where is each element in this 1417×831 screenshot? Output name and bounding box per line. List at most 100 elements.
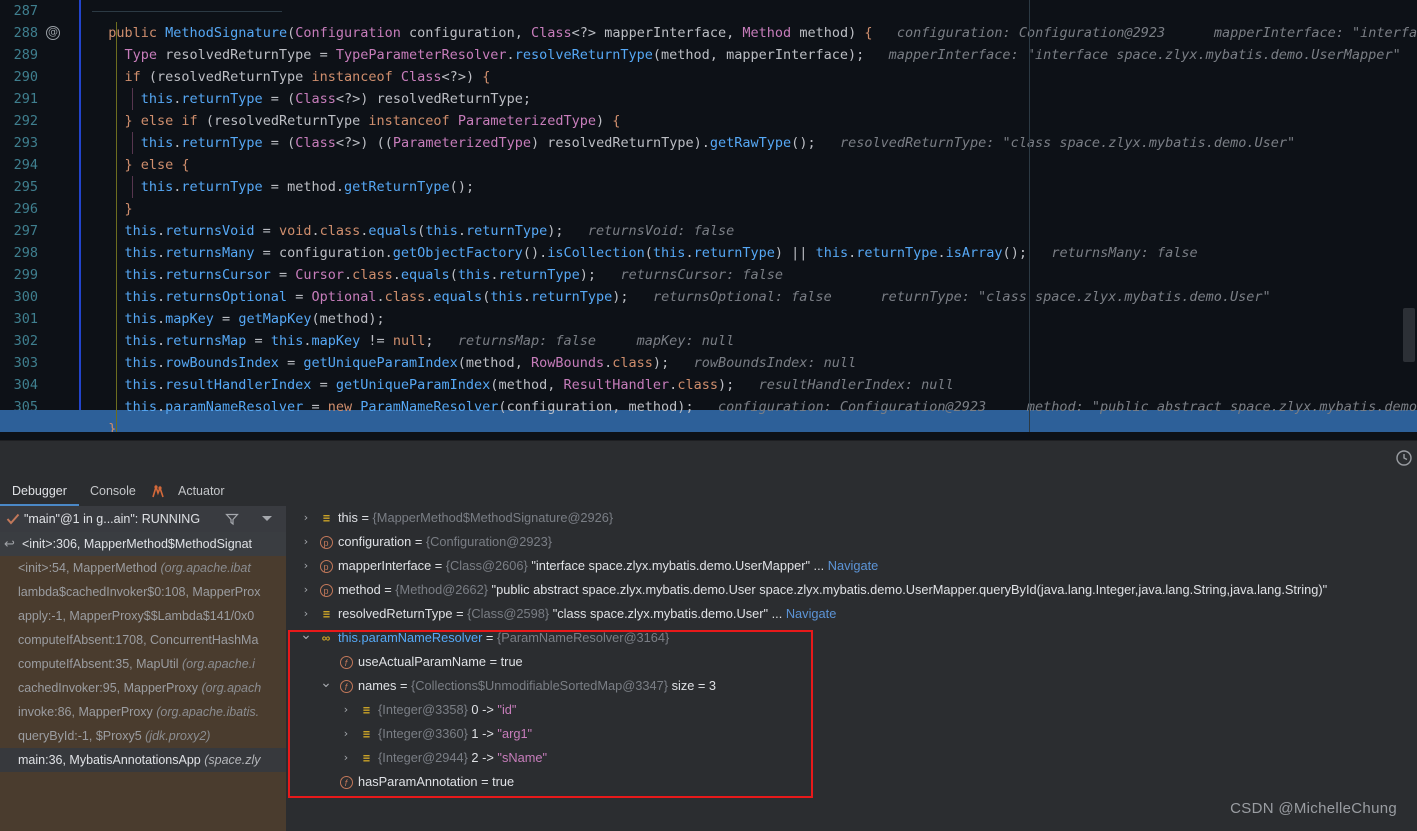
variable-row[interactable]: › p mapperInterface = {Class@2606} "interf… (286, 554, 1417, 578)
chevron-right-icon[interactable]: › (300, 530, 312, 554)
variable-value: true (492, 774, 515, 789)
code-line[interactable]: } else { (124, 154, 189, 176)
stack-frame-item[interactable]: <init>:54, MapperMethod (org.apache.ibat (0, 556, 286, 580)
variable-row[interactable]: › ≡ this = {MapperMethod$MethodSignature@2… (286, 506, 1417, 530)
stack-frame-item[interactable]: computeIfAbsent:1708, ConcurrentHashMa (0, 628, 286, 652)
variables-panel[interactable]: › ≡ this = {MapperMethod$MethodSignature@2… (286, 506, 1417, 831)
variable-row[interactable]: › ≡ {Integer@2944} 2 -> "sName" (286, 746, 1417, 770)
stack-frame-item[interactable]: computeIfAbsent:35, MapUtil (org.apache.… (0, 652, 286, 676)
code-line[interactable]: this.rowBoundsIndex = getUniqueParamInde… (124, 352, 856, 374)
object-value-icon: ≡ (362, 751, 370, 765)
chevron-right-icon[interactable]: › (300, 506, 312, 530)
variable-row[interactable]: ⌄ ∞ this.paramNameResolver = {ParamNameRes… (286, 626, 1417, 650)
variable-text: hasParamAnnotation = true (358, 770, 514, 794)
chevron-down-icon[interactable] (262, 516, 272, 521)
chevron-right-icon[interactable]: › (340, 698, 352, 722)
code-line[interactable]: this.returnsMany = configuration.getObje… (124, 242, 1197, 264)
code-line[interactable]: Type resolvedReturnType = TypeParameterR… (124, 44, 1417, 66)
code-line[interactable]: this.returnType = (Class<?>) ((Parameter… (141, 132, 1295, 154)
code-line[interactable]: this.resultHandlerIndex = getUniqueParam… (124, 374, 953, 396)
object-value-icon: ≡ (362, 727, 370, 741)
debug-tabbar[interactable]: Debugger Console Actuator (0, 477, 1417, 506)
stack-frame-item[interactable]: queryById:-1, $Proxy5 (jdk.proxy2) (0, 724, 286, 748)
code-line[interactable]: this.returnsCursor = Cursor.class.equals… (124, 264, 783, 286)
variable-row[interactable]: › ≡ resolvedReturnType = {Class@2598} "cla… (286, 602, 1417, 626)
variable-type-icon: p (318, 554, 334, 578)
stack-frames-list[interactable]: <init>:306, MapperMethod$MethodSignat ↩ <i… (0, 532, 286, 831)
variable-row[interactable]: › p method = {Method@2662} "public abstrac… (286, 578, 1417, 602)
chevron-right-icon[interactable]: › (300, 602, 312, 626)
code-line[interactable]: this.paramNameResolver = new ParamNameRe… (124, 396, 1417, 418)
chevron-right-icon[interactable]: › (340, 746, 352, 770)
stack-frame-item[interactable]: invoke:86, MapperProxy (org.apache.ibati… (0, 700, 286, 724)
equals-sign: = (380, 582, 396, 597)
chevron-right-icon[interactable]: › (300, 578, 312, 602)
variable-row[interactable]: ⌄ f names = {Collections$UnmodifiableSorte… (286, 674, 1417, 698)
code-editor[interactable]: 287 288 @289 290 291 292 293 294 295 296 297 298 299… (0, 0, 1417, 440)
map-key: 1 (471, 726, 479, 741)
variable-ref: {MapperMethod$MethodSignature@2926} (372, 510, 614, 525)
code-line[interactable]: } (124, 198, 132, 220)
code-line[interactable]: this.returnType = method.getReturnType()… (141, 176, 474, 198)
code-line[interactable]: this.mapKey = getMapKey(method); (124, 308, 384, 330)
debug-tool-window[interactable]: Debugger Console Actuator "main"@1 in g.… (0, 477, 1417, 831)
chevron-right-icon[interactable]: › (300, 554, 312, 578)
frames-column[interactable]: "main"@1 in g...ain": RUNNING <init>:306… (0, 506, 286, 831)
chevron-right-icon[interactable]: › (340, 722, 352, 746)
line-number: 303 (13, 355, 38, 371)
tab-debugger[interactable]: Debugger (0, 477, 79, 506)
stack-frame-item[interactable]: lambda$cachedInvoker$0:108, MapperProx (0, 580, 286, 604)
code-line[interactable]: this.returnsVoid = void.class.equals(thi… (124, 220, 734, 242)
line-number: 295 (13, 179, 38, 195)
object-value-icon: ≡ (322, 511, 330, 525)
variable-name: method (338, 582, 381, 597)
tab-console[interactable]: Console (78, 477, 148, 506)
drop-frame-icon[interactable]: ↩ (4, 537, 18, 551)
editor-scrollbar-thumb[interactable] (1403, 308, 1415, 362)
inline-debug-hint: returnsMap: false mapKey: null (433, 333, 735, 349)
variable-row[interactable]: › ≡ {Integer@3360} 1 -> "arg1" (286, 722, 1417, 746)
editor-gutter[interactable]: 287 288 @289 290 291 292 293 294 295 296 297 298 299… (0, 0, 68, 440)
navigate-link[interactable]: Navigate (786, 606, 837, 621)
clock-icon[interactable] (1395, 449, 1413, 467)
line-number: 301 (13, 311, 38, 327)
equals-sign: = (477, 774, 493, 789)
variable-row[interactable]: f useActualParamName = true (286, 650, 1417, 674)
code-line[interactable]: } else if (resolvedReturnType instanceof… (124, 110, 620, 132)
variable-row[interactable]: › ≡ {Integer@3358} 0 -> "id" (286, 698, 1417, 722)
annotation-gutter-icon[interactable]: @ (46, 26, 60, 40)
code-line[interactable]: this.returnType = (Class<?>) resolvedRet… (141, 88, 531, 110)
equals-sign: = (482, 630, 497, 645)
code-line[interactable]: if (resolvedReturnType instanceof Class<… (124, 66, 490, 88)
line-number: 292 (13, 113, 38, 129)
variable-ref: {Integer@2944} (378, 750, 468, 765)
stack-frame-item[interactable]: cachedInvoker:95, MapperProxy (org.apach (0, 676, 286, 700)
tab-actuator[interactable]: Actuator (166, 477, 237, 506)
line-number: 288 (13, 25, 38, 41)
variable-row[interactable]: › p configuration = {Configuration@2923} (286, 530, 1417, 554)
variable-ref: {Class@2598} (467, 606, 550, 621)
frame-label: queryById:-1, $Proxy5 (18, 729, 146, 743)
variable-name: names (358, 678, 397, 693)
code-line[interactable]: this.returnsOptional = Optional.class.eq… (124, 286, 1270, 308)
code-line[interactable]: this.returnsMap = this.mapKey != null; r… (124, 330, 734, 352)
filter-icon[interactable] (225, 512, 239, 526)
variable-ref: {Integer@3358} (378, 702, 468, 717)
navigate-link[interactable]: Navigate (828, 558, 879, 573)
frame-label: <init>:54, MapperMethod (18, 561, 161, 575)
chevron-down-icon[interactable]: ⌄ (320, 674, 332, 698)
variable-value: "class space.zlyx.mybatis.demo.User" ... (552, 606, 783, 621)
watch-icon: ∞ (321, 631, 331, 645)
variable-text: {Integer@2944} 2 -> "sName" (378, 746, 547, 770)
variable-row[interactable]: f hasParamAnnotation = true (286, 770, 1417, 794)
variable-name: configuration (338, 534, 412, 549)
thread-label: "main"@1 in g...ain": RUNNING (24, 512, 201, 526)
stack-frame-item[interactable]: main:36, MybatisAnnotationsApp (space.zl… (0, 748, 286, 772)
stack-frame-item[interactable]: apply:-1, MapperProxy$$Lambda$141/0x0 (0, 604, 286, 628)
frame-label: computeIfAbsent:1708, ConcurrentHashMa (18, 633, 259, 647)
chevron-down-icon[interactable]: ⌄ (300, 626, 312, 650)
code-line[interactable]: public MethodSignature(Configuration con… (108, 22, 1417, 44)
stack-frame-item[interactable]: <init>:306, MapperMethod$MethodSignat (0, 532, 286, 556)
line-number: 299 (13, 267, 38, 283)
thread-selector[interactable]: "main"@1 in g...ain": RUNNING (0, 506, 286, 532)
